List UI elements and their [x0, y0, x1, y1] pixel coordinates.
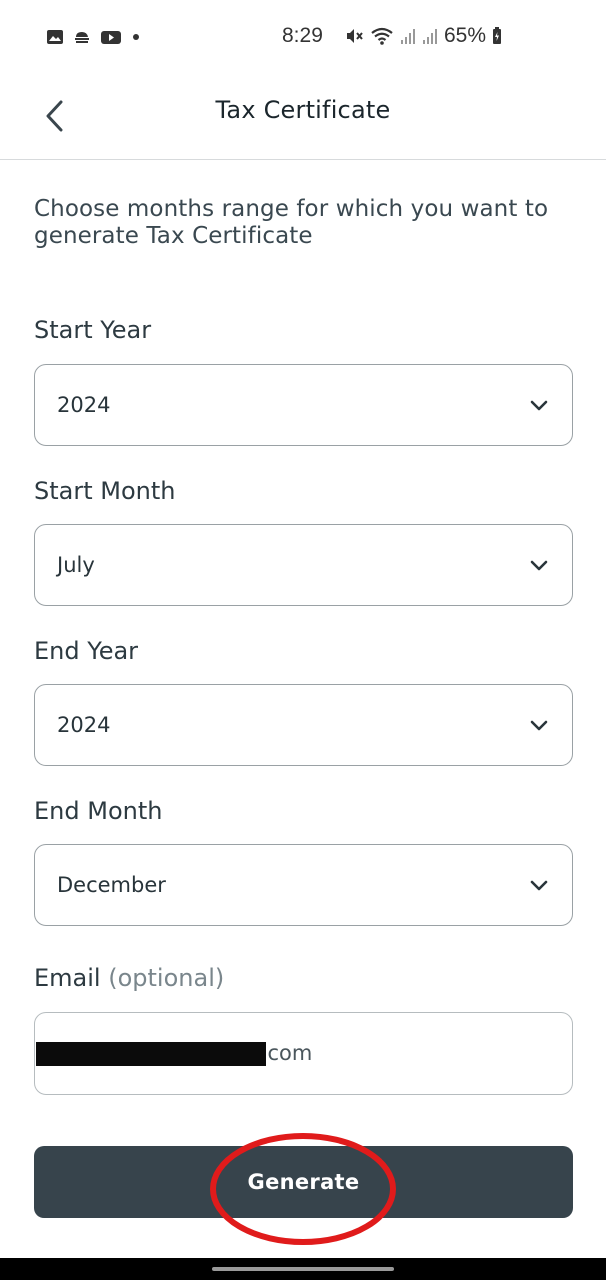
- notification-icons: [46, 28, 141, 46]
- redaction-bar: [36, 1042, 266, 1066]
- end-month-value: December: [57, 873, 166, 897]
- mute-icon: [347, 29, 363, 43]
- youtube-icon: [101, 31, 121, 44]
- clock: 8:29: [282, 24, 323, 47]
- start-month-value: July: [57, 553, 95, 577]
- end-year-value: 2024: [57, 713, 111, 737]
- email-label-text: Email: [34, 964, 101, 992]
- wifi-icon: [371, 27, 393, 45]
- gallery-icon: [47, 30, 63, 44]
- signal-icon: [423, 29, 437, 44]
- chevron-down-icon: [530, 560, 548, 571]
- email-label: Email (optional): [34, 964, 224, 992]
- dot-icon: [133, 34, 139, 40]
- end-year-select[interactable]: 2024: [34, 684, 573, 766]
- generate-button[interactable]: Generate: [34, 1146, 573, 1218]
- start-year-select[interactable]: 2024: [34, 364, 573, 446]
- end-year-label: End Year: [34, 637, 139, 665]
- system-nav-bar: [0, 1258, 606, 1280]
- generate-button-label: Generate: [247, 1170, 360, 1194]
- intro-text: Choose months range for which you want t…: [34, 196, 549, 249]
- home-handle[interactable]: [212, 1267, 394, 1271]
- email-optional-hint: (optional): [108, 964, 225, 992]
- page-title: Tax Certificate: [215, 96, 391, 124]
- battery-percent: 65%: [444, 24, 487, 47]
- weather-icon: [75, 32, 89, 43]
- app-bar: Tax Certificate: [0, 78, 606, 160]
- chevron-down-icon: [530, 400, 548, 411]
- battery-icon: [493, 27, 502, 44]
- form-intro-container: Choose months range for which you want t…: [34, 196, 573, 250]
- start-year-value: 2024: [57, 393, 111, 417]
- end-month-label: End Month: [34, 797, 163, 825]
- start-month-select[interactable]: July: [34, 524, 573, 606]
- system-icons: 65%: [344, 24, 502, 48]
- end-month-select[interactable]: December: [34, 844, 573, 926]
- start-month-label: Start Month: [34, 477, 176, 505]
- signal-icon: [401, 29, 415, 44]
- chevron-down-icon: [530, 880, 548, 891]
- start-year-label: Start Year: [34, 316, 152, 344]
- chevron-down-icon: [530, 720, 548, 731]
- status-bar: 8:29 65%: [0, 0, 606, 78]
